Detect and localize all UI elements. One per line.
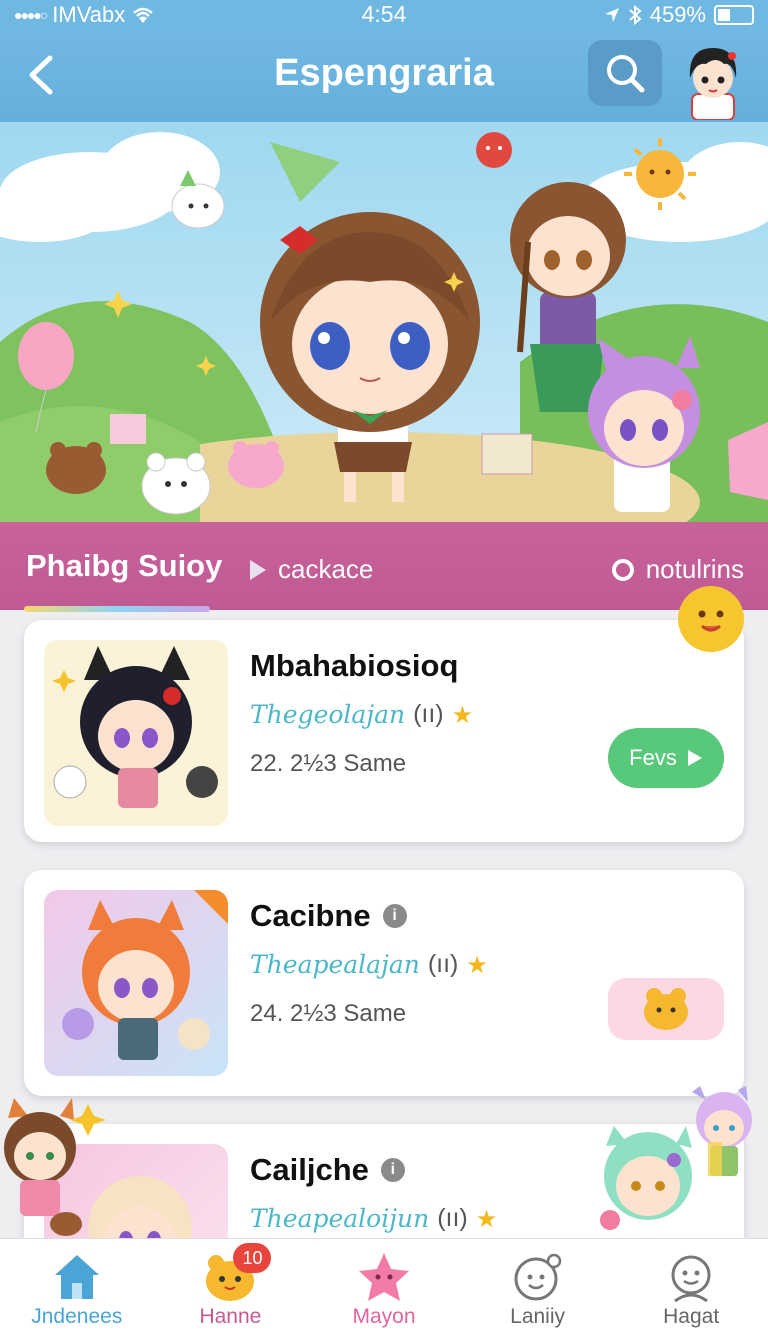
game-meta: 22. 2½3 Same xyxy=(250,750,407,777)
chibi-sticker-left xyxy=(4,1098,106,1236)
game-thumbnail xyxy=(44,890,228,1076)
red-creature-icon xyxy=(476,132,512,168)
play-icon xyxy=(250,559,266,580)
info-icon[interactable]: i xyxy=(380,1158,405,1182)
location-icon xyxy=(604,8,619,22)
game-title: Cailjche i xyxy=(250,1152,405,1188)
game-title: Cacibne i xyxy=(250,898,407,934)
active-tab-indicator xyxy=(24,606,210,612)
battery-icon xyxy=(714,5,754,25)
notifications-filter[interactable]: notulrins xyxy=(611,554,744,585)
game-developer: Thegeolajan (ıı) ★ xyxy=(250,700,474,729)
play-icon xyxy=(687,750,702,766)
category-bar: Phaibg Suioy cackace notulrins xyxy=(0,522,768,610)
star-icon: ★ xyxy=(466,950,488,979)
notification-badge: 10 xyxy=(233,1243,272,1273)
bottom-nav: Jndenees 10 Hanne Mayon Laniiy Hagat xyxy=(0,1238,768,1344)
battery-percent: 459% xyxy=(649,2,706,27)
game-developer: Theapealajan (ıı) ★ xyxy=(250,950,488,979)
bear-icon xyxy=(644,988,688,1030)
game-thumbnail xyxy=(44,640,228,826)
star-icon: ★ xyxy=(451,700,474,729)
nav-item-star[interactable]: Mayon xyxy=(307,1239,461,1344)
gift-icon xyxy=(110,414,146,444)
bear-button[interactable] xyxy=(608,978,724,1040)
star-icon: ★ xyxy=(475,1204,498,1233)
play-button[interactable]: Fevs xyxy=(608,728,724,788)
info-icon[interactable]: i xyxy=(382,904,407,928)
box-icon xyxy=(481,433,533,475)
home-icon xyxy=(54,1255,99,1299)
hero-banner[interactable] xyxy=(0,122,768,522)
app-header: Espengraria xyxy=(0,30,768,122)
category-title[interactable]: Phaibg Suioy xyxy=(26,548,222,584)
nav-item-friends[interactable]: Laniiy xyxy=(461,1239,615,1344)
circle-icon xyxy=(611,558,634,581)
status-bar: ●●●●○ IMVabx 4:54 459% xyxy=(0,0,768,30)
pink-bear-plush xyxy=(228,441,284,488)
play-filter[interactable]: cackace xyxy=(248,554,373,585)
notifications-label: notulrins xyxy=(645,554,744,584)
smiley-icon[interactable] xyxy=(676,584,746,654)
avatar[interactable] xyxy=(676,38,750,120)
game-title: Mbahabiosioq xyxy=(250,648,459,683)
star-icon xyxy=(358,1253,409,1301)
game-card[interactable]: Mbahabiosioq Thegeolajan (ıı) ★ 22. 2½3 … xyxy=(24,620,744,842)
nav-item-home[interactable]: Jndenees xyxy=(0,1239,154,1344)
game-meta: 24. 2½3 Same xyxy=(250,1000,407,1027)
search-button[interactable] xyxy=(588,40,662,106)
chibi-sticker-right xyxy=(600,1086,752,1230)
nav-item-bear[interactable]: 10 Hanne xyxy=(154,1239,308,1344)
profile-icon xyxy=(671,1255,711,1303)
brown-bear-plush xyxy=(46,442,106,494)
game-developer: Theapealoijun (ıı) ★ xyxy=(250,1204,498,1233)
search-icon xyxy=(607,55,645,93)
face-icon xyxy=(514,1253,561,1301)
play-filter-label: cackace xyxy=(278,554,374,584)
bluetooth-icon xyxy=(629,5,642,25)
white-bear-plush xyxy=(141,452,211,515)
nav-item-profile[interactable]: Hagat xyxy=(614,1239,768,1344)
game-card[interactable]: Cacibne i Theapealajan (ıı) ★ 24. 2½3 Sa… xyxy=(24,870,744,1096)
